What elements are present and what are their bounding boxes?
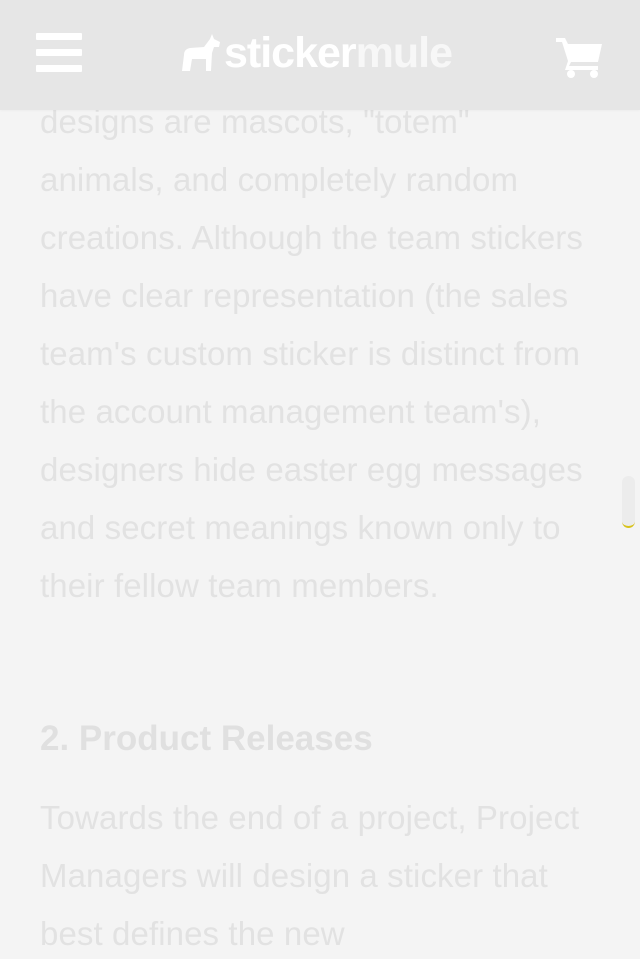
hamburger-menu-icon[interactable] bbox=[36, 33, 82, 73]
mule-icon bbox=[182, 34, 220, 71]
article-paragraph: Towards the end of a project, Project Ma… bbox=[40, 799, 580, 952]
top-navigation-bar: stickermule bbox=[0, 0, 640, 110]
article-paragraph: designs are mascots, "totem" animals, an… bbox=[40, 103, 583, 604]
shopping-cart-icon[interactable] bbox=[556, 36, 604, 78]
scrollbar-thumb[interactable] bbox=[622, 476, 635, 528]
stickermule-logo[interactable]: stickermule bbox=[178, 28, 453, 78]
logo-word-mule: mule bbox=[355, 29, 453, 77]
logo-word-sticker: sticker bbox=[224, 29, 357, 77]
section-heading: 2. Product Releases bbox=[40, 719, 373, 758]
